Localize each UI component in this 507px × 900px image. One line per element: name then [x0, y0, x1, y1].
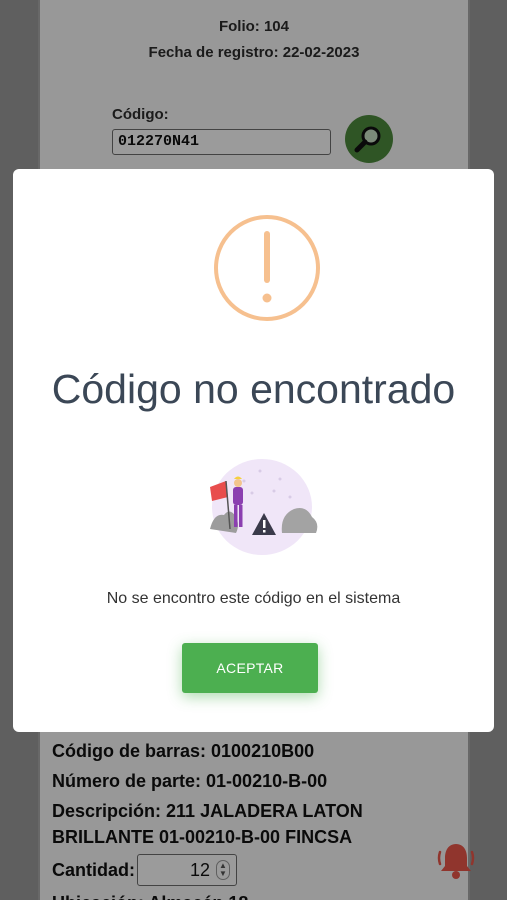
dialog-title: Código no encontrado [51, 366, 456, 412]
warning-icon [214, 215, 320, 321]
dialog-message: No se encontro este código en el sistema [106, 590, 401, 607]
accept-button[interactable]: ACEPTAR [182, 643, 318, 693]
not-found-dialog: Código no encontrado No se encontro este… [13, 169, 494, 732]
not-found-illustration [210, 459, 318, 555]
